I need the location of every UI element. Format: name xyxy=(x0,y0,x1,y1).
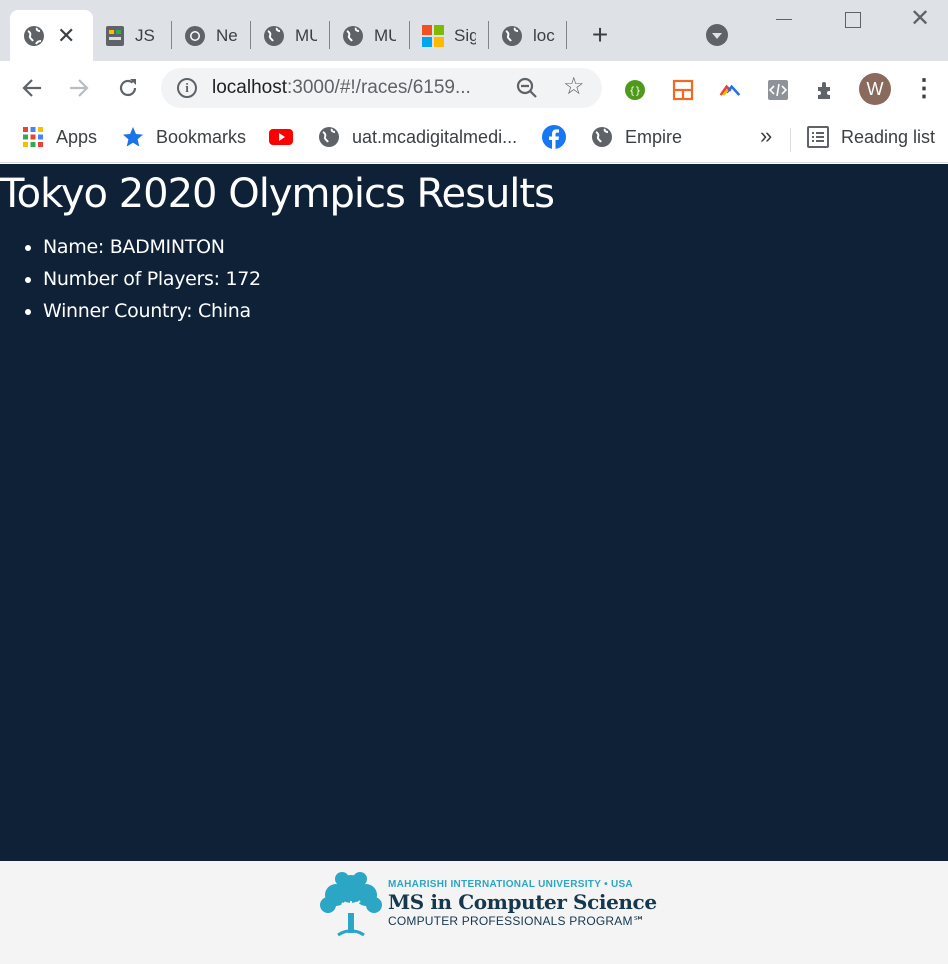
svg-text:{}: {} xyxy=(629,86,641,97)
tab-strip: ✕ JS Ne MU MU Sig loc + ✕ xyxy=(0,0,948,61)
tab-loc[interactable]: loc xyxy=(488,10,566,61)
race-player-count: Number of Players: 172 xyxy=(43,263,948,295)
university-name: MAHARISHI INTERNATIONAL UNIVERSITY • USA xyxy=(388,879,633,890)
bookmark-bookmarks[interactable]: Bookmarks xyxy=(122,125,246,149)
extensions-puzzle-icon[interactable] xyxy=(815,79,837,101)
chrome-icon xyxy=(185,25,205,46)
tab-sig[interactable]: Sig xyxy=(409,10,487,61)
close-window-button[interactable]: ✕ xyxy=(910,7,934,32)
profile-avatar[interactable]: W xyxy=(859,73,891,105)
bookmark-apps[interactable]: Apps xyxy=(22,125,97,149)
json-extension-icon[interactable]: {} xyxy=(624,79,646,101)
layout-extension-icon[interactable] xyxy=(672,79,694,101)
reload-button[interactable] xyxy=(111,71,145,105)
back-button[interactable] xyxy=(15,71,49,105)
new-tab-button[interactable]: + xyxy=(588,21,612,49)
bookmark-star-icon[interactable]: ☆ xyxy=(563,73,585,101)
tab-mu-2[interactable]: MU xyxy=(329,10,407,61)
tab-localhost-active[interactable]: ✕ xyxy=(10,10,93,61)
tab-search-icon[interactable] xyxy=(706,24,728,46)
bookmark-youtube[interactable] xyxy=(269,125,293,149)
bookmark-label: uat.mcadigitalmedi... xyxy=(352,126,518,147)
js-icon xyxy=(106,25,124,46)
race-name: Name: BADMINTON xyxy=(43,231,948,263)
tab-title: Sig xyxy=(454,25,476,45)
globe-icon xyxy=(592,127,612,147)
more-menu-icon[interactable]: ⋮ xyxy=(912,77,936,101)
bookmarks-divider xyxy=(790,128,791,152)
program-name: MS in Computer Science xyxy=(388,890,657,914)
race-details-list: Name: BADMINTON Number of Players: 172 W… xyxy=(0,231,948,327)
more-bookmarks-button[interactable]: » xyxy=(760,123,772,149)
program-subtitle: COMPUTER PROFESSIONALS PROGRAM℠ xyxy=(388,914,646,928)
miu-tree-logo xyxy=(320,872,382,937)
bookmark-uat[interactable]: uat.mcadigitalmedi... xyxy=(318,125,517,149)
tab-mu-1[interactable]: MU xyxy=(250,10,328,61)
page-title: Tokyo 2020 Olympics Results xyxy=(0,171,555,217)
site-info-icon[interactable]: i xyxy=(177,78,197,98)
bookmark-label: Empire xyxy=(625,126,683,147)
race-winner-country: Winner Country: China xyxy=(43,295,948,327)
globe-icon xyxy=(502,25,522,46)
reading-list-icon xyxy=(807,126,829,148)
forward-button[interactable] xyxy=(62,71,96,105)
bookmark-label: Apps xyxy=(56,126,98,147)
page-content: Tokyo 2020 Olympics Results Name: BADMIN… xyxy=(0,164,948,861)
zoom-out-icon[interactable] xyxy=(515,76,539,100)
browser-toolbar: i localhost:3000/#!/races/6159... ☆ {} W… xyxy=(0,61,948,115)
devtools-extension-icon[interactable] xyxy=(767,79,789,101)
tab-js[interactable]: JS xyxy=(92,10,170,61)
bookmarks-bar: Apps Bookmarks uat.mcadigitalmedi... Emp… xyxy=(0,115,948,163)
tab-ne[interactable]: Ne xyxy=(171,10,249,61)
minimize-window-button[interactable] xyxy=(774,8,798,32)
tab-title: MU xyxy=(374,25,396,45)
miu-logo-text: MAHARISHI INTERNATIONAL UNIVERSITY • USA… xyxy=(388,879,657,928)
globe-icon xyxy=(343,25,363,46)
back-arrow-icon xyxy=(22,79,41,97)
apps-grid-icon xyxy=(23,127,43,147)
tab-title: loc xyxy=(533,25,555,45)
reading-list-button[interactable]: Reading list xyxy=(807,125,935,149)
microsoft-icon xyxy=(422,24,444,47)
forward-arrow-icon xyxy=(70,79,89,97)
url-text[interactable]: localhost:3000/#!/races/6159... xyxy=(212,77,471,99)
facebook-icon xyxy=(542,125,566,149)
tab-separator xyxy=(566,21,567,49)
bookmark-label: Reading list xyxy=(841,126,936,147)
bookmark-label: Bookmarks xyxy=(156,126,247,147)
reload-icon xyxy=(119,79,137,97)
rainbow-extension-icon[interactable] xyxy=(719,79,741,101)
globe-icon xyxy=(319,127,339,147)
youtube-icon xyxy=(269,129,293,145)
address-bar[interactable]: i localhost:3000/#!/races/6159... ☆ xyxy=(161,68,602,108)
tab-title: JS xyxy=(135,25,155,45)
tab-title: MU xyxy=(295,25,317,45)
globe-icon xyxy=(24,25,44,46)
bookmark-facebook[interactable] xyxy=(542,125,566,149)
bookmark-empire[interactable]: Empire xyxy=(591,125,682,149)
star-icon xyxy=(123,127,143,147)
maximize-window-button[interactable] xyxy=(842,8,866,32)
page-footer: MAHARISHI INTERNATIONAL UNIVERSITY • USA… xyxy=(0,861,948,964)
globe-icon xyxy=(264,25,284,46)
tab-title: Ne xyxy=(216,25,238,45)
close-tab-icon[interactable]: ✕ xyxy=(57,24,75,47)
